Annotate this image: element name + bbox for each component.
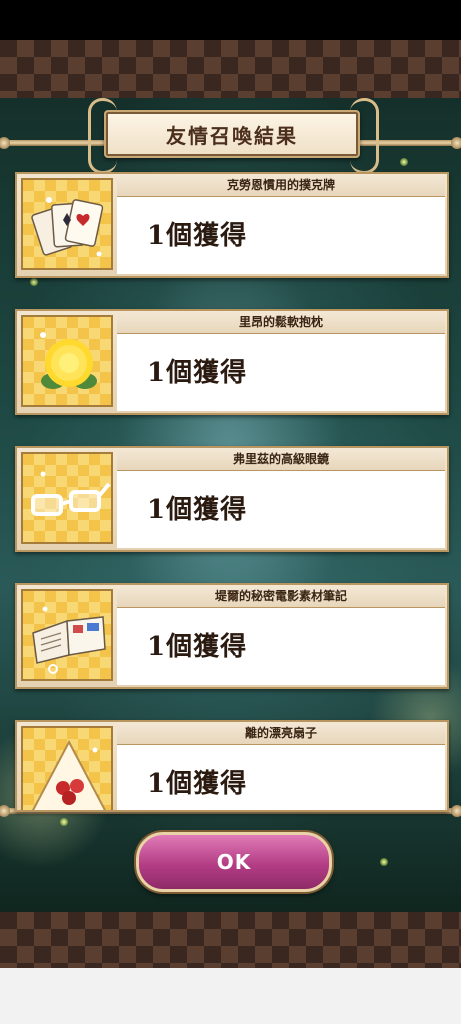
item-result-panel: 1個獲得 [117,608,445,685]
item-name: 弗里茲的高級眼鏡 [117,448,445,471]
firefly [30,278,38,286]
top-diamond-border [0,40,461,98]
item-result-panel: 1個獲得 [117,334,445,411]
result-item: 克勞恩慣用的撲克牌 1個獲得 [15,172,449,278]
result-item: 里昂的鬆軟抱枕 1個獲得 [15,309,449,415]
firefly [60,818,68,826]
ok-button[interactable]: OK [136,832,332,892]
item-count: 1個獲得 [147,632,248,662]
rod-knob [451,805,461,817]
glasses-icon [21,452,113,544]
notebook-icon [21,589,113,681]
fan-icon [21,726,113,810]
playing-cards-icon [21,178,113,270]
dialog-title: 友情召喚結果 [104,110,360,158]
item-count: 1個獲得 [147,358,248,388]
item-result-panel: 1個獲得 [117,471,445,548]
item-count: 1個獲得 [147,495,248,525]
status-bar [0,0,461,40]
item-count: 1個獲得 [147,221,248,251]
item-count: 1個獲得 [147,769,248,799]
item-result-panel: 1個獲得 [117,197,445,274]
item-name: 克勞恩慣用的撲克牌 [117,174,445,197]
fluffy-pillow-icon [21,315,113,407]
item-name: 離的漂亮扇子 [117,722,445,745]
rod-knob [451,137,461,149]
firefly [380,858,388,866]
item-name: 里昂的鬆軟抱枕 [117,311,445,334]
result-item: 弗里茲的高級眼鏡 1個獲得 [15,446,449,552]
navigation-bar [0,968,461,1024]
firefly [400,158,408,166]
item-result-panel: 1個獲得 [117,745,445,810]
bottom-diamond-border [0,912,461,968]
result-item: 離的漂亮扇子 1個獲得 [15,720,449,812]
result-item: 堤爾的秘密電影素材筆記 1個獲得 [15,583,449,689]
item-name: 堤爾的秘密電影素材筆記 [117,585,445,608]
